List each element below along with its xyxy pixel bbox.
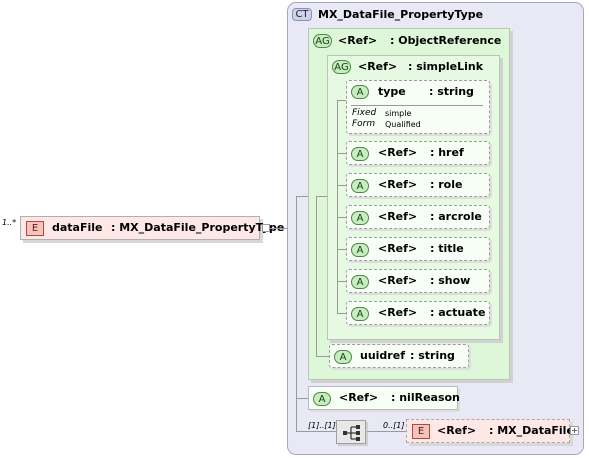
attribute-ref: <Ref> xyxy=(378,274,418,287)
expand-connector-icon[interactable] xyxy=(262,224,270,232)
attribute-show[interactable]: A <Ref> : show xyxy=(346,269,490,293)
sequence-compositor[interactable] xyxy=(336,420,366,444)
group-connector-line xyxy=(316,196,317,356)
attribute-ref-type: : title xyxy=(430,242,464,255)
attribute-badge: A xyxy=(313,392,331,406)
attribute-badge: A xyxy=(351,211,369,225)
attribute-title[interactable]: A <Ref> : title xyxy=(346,237,490,261)
attribute-ref-type: : actuate xyxy=(430,306,486,319)
ct-connector-line xyxy=(296,431,336,432)
uuidref-type: : string xyxy=(410,349,455,362)
child-element-ref: <Ref> xyxy=(437,424,477,437)
attribute-group-badge: AG xyxy=(332,60,351,74)
root-element-datafile[interactable]: E dataFile : MX_DataFile_PropertyType xyxy=(20,216,284,240)
plus-vertical xyxy=(574,428,575,433)
attribute-ref: <Ref> xyxy=(378,146,418,159)
form-value: Qualified xyxy=(385,120,421,129)
root-cardinality: 1..* xyxy=(2,218,17,227)
attribute-actuate[interactable]: A <Ref> : actuate xyxy=(346,301,490,325)
attribute-badge: A xyxy=(351,243,369,257)
attribute-group-badge: AG xyxy=(313,34,332,48)
sequence-icon xyxy=(343,425,360,441)
simple-link-type: : simpleLink xyxy=(408,60,484,73)
form-label: Form xyxy=(352,119,376,129)
attribute-href[interactable]: A <Ref> : href xyxy=(346,141,490,165)
ct-connector-line xyxy=(296,196,297,432)
group-connector-line xyxy=(316,356,330,357)
attribute-ref-type: : arcrole xyxy=(430,210,482,223)
complex-type-name: MX_DataFile_PropertyType xyxy=(318,8,484,21)
attribute-ref-type: : show xyxy=(430,274,471,287)
attribute-uuidref[interactable]: A uuidref : string xyxy=(329,344,469,368)
attribute-badge: A xyxy=(351,85,369,99)
attribute-badge: A xyxy=(351,307,369,321)
child-cardinality: 0..[1] xyxy=(383,421,405,430)
attribute-ref: <Ref> xyxy=(378,178,418,191)
attribute-badge: A xyxy=(334,350,352,364)
child-element-mx-datafile[interactable]: E <Ref> : MX_DataFile xyxy=(406,419,574,443)
root-element-type: : MX_DataFile_PropertyType xyxy=(111,221,285,234)
nil-reason-ref: <Ref> xyxy=(339,391,379,404)
uuidref-name: uuidref xyxy=(360,349,405,362)
attribute-role[interactable]: A <Ref> : role xyxy=(346,173,490,197)
simple-link-ref: <Ref> xyxy=(358,60,398,73)
attribute-ref: <Ref> xyxy=(378,210,418,223)
attribute-type[interactable]: A type : string Fixed simple Form Qualif… xyxy=(346,80,490,134)
attribute-arcrole[interactable]: A <Ref> : arcrole xyxy=(346,205,490,229)
child-element-type: : MX_DataFile xyxy=(489,424,574,437)
fixed-value: simple xyxy=(385,109,412,118)
attribute-type-name: type xyxy=(378,85,406,98)
nil-reason-type: : nilReason xyxy=(391,391,460,404)
attribute-badge: A xyxy=(351,275,369,289)
connector-line xyxy=(270,228,288,229)
sequence-connector-line xyxy=(367,431,407,432)
attribute-nil-reason[interactable]: A <Ref> : nilReason xyxy=(308,386,460,410)
complex-type-badge: CT xyxy=(292,8,312,21)
element-badge: E xyxy=(412,424,430,439)
object-reference-type: : ObjectReference xyxy=(390,34,502,47)
expand-plus-icon[interactable] xyxy=(570,426,579,435)
attribute-badge: A xyxy=(351,179,369,193)
attribute-divider xyxy=(351,105,483,106)
root-element-name: dataFile xyxy=(52,221,103,234)
object-reference-ref: <Ref> xyxy=(338,34,378,47)
attribute-badge: A xyxy=(351,147,369,161)
attribute-ref: <Ref> xyxy=(378,242,418,255)
attribute-ref-type: : role xyxy=(430,178,463,191)
element-badge: E xyxy=(26,221,44,236)
fixed-label: Fixed xyxy=(352,108,377,118)
attribute-ref: <Ref> xyxy=(378,306,418,319)
attribute-ref-type: : href xyxy=(430,146,464,159)
sequence-cardinality: [1]..[1] xyxy=(308,421,336,430)
attribute-type-type: : string xyxy=(429,85,474,98)
